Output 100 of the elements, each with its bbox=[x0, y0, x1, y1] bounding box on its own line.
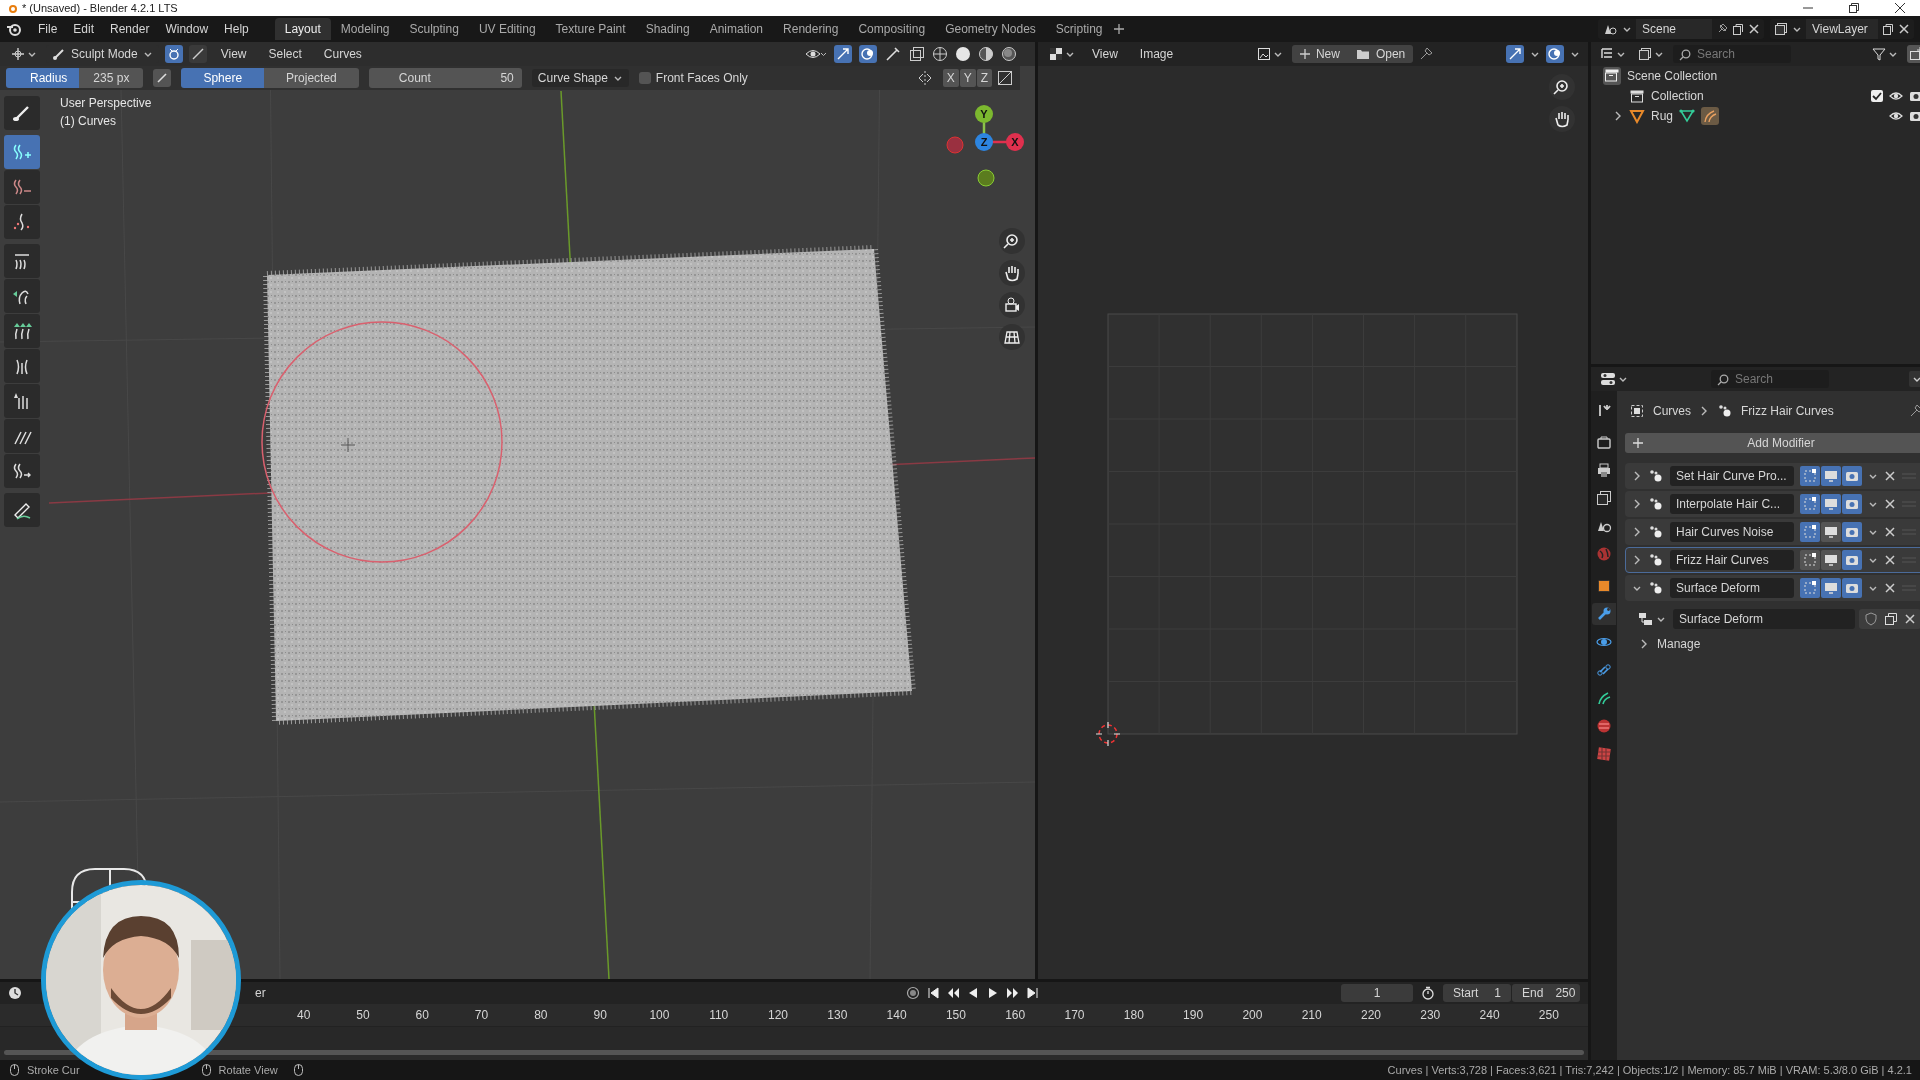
axis-lock-button[interactable]: X bbox=[942, 69, 959, 87]
edit-mode-toggle[interactable] bbox=[1800, 550, 1820, 570]
overlay-toggle-icon[interactable] bbox=[859, 45, 877, 63]
node-group-field[interactable]: Surface Deform bbox=[1673, 609, 1855, 629]
material-shading-icon[interactable] bbox=[978, 46, 994, 62]
render-toggle[interactable] bbox=[1842, 494, 1862, 514]
end-frame-field[interactable]: End 250 bbox=[1512, 984, 1580, 1002]
outliner-row[interactable]: Rug bbox=[1591, 106, 1920, 126]
workspace-tab[interactable]: Shading bbox=[635, 18, 700, 40]
new-image-button[interactable]: New bbox=[1291, 45, 1348, 63]
tool-button[interactable] bbox=[4, 314, 40, 348]
falloff-option[interactable]: Projected bbox=[264, 68, 359, 88]
pen-icon[interactable] bbox=[884, 45, 902, 63]
copy-icon[interactable] bbox=[1884, 612, 1898, 626]
scrollbar[interactable] bbox=[4, 1050, 1584, 1055]
modifier-name-field[interactable]: Interpolate Hair C... bbox=[1670, 494, 1794, 514]
menu-item[interactable]: Select bbox=[260, 47, 310, 61]
axis-lock-button[interactable]: Y bbox=[959, 69, 976, 87]
viewport-toggle[interactable] bbox=[1821, 522, 1841, 542]
render-toggle[interactable] bbox=[1842, 522, 1862, 542]
workspace-tab[interactable]: Layout bbox=[274, 18, 331, 40]
pressure-toggle-icon[interactable] bbox=[153, 69, 172, 87]
falloff-option[interactable]: Sphere bbox=[181, 68, 265, 88]
workspace-tab[interactable]: Sculpting bbox=[399, 18, 469, 40]
next-keyframe-icon[interactable] bbox=[1006, 986, 1021, 1000]
radius-field[interactable]: 235 px bbox=[79, 68, 144, 88]
workspace-tab[interactable]: Animation bbox=[699, 18, 774, 40]
menu-item[interactable]: Help bbox=[216, 22, 257, 36]
tool-button[interactable] bbox=[4, 454, 40, 488]
rendered-shading-icon[interactable] bbox=[1001, 46, 1017, 62]
sculpt-curve-toggle-icon[interactable] bbox=[164, 45, 183, 63]
camera-icon[interactable] bbox=[1002, 295, 1022, 315]
curve-shape-dropdown[interactable]: Curve Shape bbox=[531, 69, 629, 87]
workspace-tab[interactable]: Geometry Nodes bbox=[935, 18, 1046, 40]
front-faces-checkbox[interactable] bbox=[638, 72, 651, 84]
render-toggle[interactable] bbox=[1842, 578, 1862, 598]
collection-checkbox[interactable] bbox=[1871, 90, 1883, 102]
workspace-tab[interactable]: Modeling bbox=[330, 18, 400, 40]
tool-button[interactable] bbox=[4, 349, 40, 383]
hand-icon[interactable] bbox=[1002, 263, 1022, 283]
gizmo-toggle-icon[interactable] bbox=[1506, 45, 1524, 63]
edit-mode-toggle[interactable] bbox=[1800, 466, 1820, 486]
radius-label[interactable]: Radius bbox=[6, 68, 80, 88]
xray-icon[interactable] bbox=[909, 46, 925, 62]
axis-handle[interactable]: Z bbox=[975, 133, 993, 151]
add-workspace-icon[interactable] bbox=[1112, 23, 1125, 35]
wireframe-shading-icon[interactable] bbox=[932, 46, 948, 62]
viewport-toggle[interactable] bbox=[1821, 466, 1841, 486]
menu-item[interactable]: Image bbox=[1131, 47, 1182, 61]
scene-selector[interactable]: Scene bbox=[1598, 19, 1764, 39]
gizmo-toggle-icon[interactable] bbox=[834, 45, 852, 63]
axis-handle[interactable] bbox=[946, 136, 964, 154]
solid-shading-icon[interactable] bbox=[955, 46, 971, 62]
modifier-name-field[interactable]: Surface Deform bbox=[1670, 578, 1794, 598]
tool-button[interactable] bbox=[4, 205, 40, 239]
clock-icon[interactable] bbox=[8, 986, 22, 1000]
workspace-tab[interactable]: UV Editing bbox=[468, 18, 546, 40]
menu-item[interactable]: Render bbox=[102, 22, 158, 36]
render-toggle[interactable] bbox=[1842, 466, 1862, 486]
hand-icon[interactable] bbox=[1552, 109, 1572, 129]
jump-end-icon[interactable] bbox=[1026, 986, 1041, 1000]
modifier-name-field[interactable]: Set Hair Curve Pro... bbox=[1670, 466, 1794, 486]
start-frame-field[interactable]: Start 1 bbox=[1443, 984, 1511, 1002]
menu-item[interactable]: er bbox=[255, 986, 266, 1000]
tool-button[interactable] bbox=[4, 96, 40, 130]
current-frame-field[interactable]: 1 bbox=[1341, 984, 1413, 1002]
axis-handle[interactable]: X bbox=[1006, 133, 1024, 151]
tool-button[interactable] bbox=[4, 493, 40, 527]
viewport-toggle[interactable] bbox=[1821, 578, 1841, 598]
outliner-row[interactable]: Collection bbox=[1591, 86, 1920, 106]
workspace-tab[interactable]: Compositing bbox=[848, 18, 936, 40]
previous-keyframe-icon[interactable] bbox=[946, 986, 961, 1000]
menu-item[interactable]: View bbox=[1084, 47, 1126, 61]
pen-toggle-icon[interactable] bbox=[188, 45, 207, 63]
new-collection-icon[interactable] bbox=[1907, 45, 1920, 63]
modifier-panel[interactable]: Frizz Hair Curves bbox=[1625, 547, 1920, 573]
camera-icon[interactable] bbox=[1909, 89, 1920, 103]
close-icon[interactable] bbox=[1894, 2, 1906, 14]
properties-tab[interactable] bbox=[1592, 603, 1616, 625]
modifier-panel[interactable]: Surface Deform bbox=[1625, 575, 1920, 601]
add-modifier-button[interactable]: Add Modifier bbox=[1625, 433, 1920, 453]
fake-user-icon[interactable] bbox=[1864, 612, 1878, 626]
pin-icon[interactable] bbox=[1419, 47, 1434, 61]
search-field[interactable]: Search bbox=[1673, 45, 1791, 63]
jump-start-icon[interactable] bbox=[926, 986, 941, 1000]
view-layer-selector[interactable]: ViewLayer bbox=[1770, 19, 1914, 39]
modifier-panel[interactable]: Set Hair Curve Pro... bbox=[1625, 463, 1920, 489]
restore-icon[interactable] bbox=[1848, 2, 1860, 14]
stopwatch-icon[interactable] bbox=[1421, 986, 1435, 1000]
axis-handle[interactable] bbox=[977, 169, 995, 187]
tool-button[interactable] bbox=[4, 384, 40, 418]
workspace-tab[interactable]: Texture Paint bbox=[545, 18, 636, 40]
symmetry-icon[interactable] bbox=[996, 69, 1014, 87]
viewport-toggle[interactable] bbox=[1821, 550, 1841, 570]
axis-handle[interactable]: Y bbox=[975, 105, 993, 123]
record-icon[interactable] bbox=[906, 986, 921, 1000]
count-field[interactable]: Count 50 bbox=[368, 68, 522, 88]
search-field[interactable]: Search bbox=[1711, 370, 1829, 388]
menu-item[interactable]: Window bbox=[157, 22, 217, 36]
pin-icon[interactable] bbox=[1909, 404, 1920, 418]
